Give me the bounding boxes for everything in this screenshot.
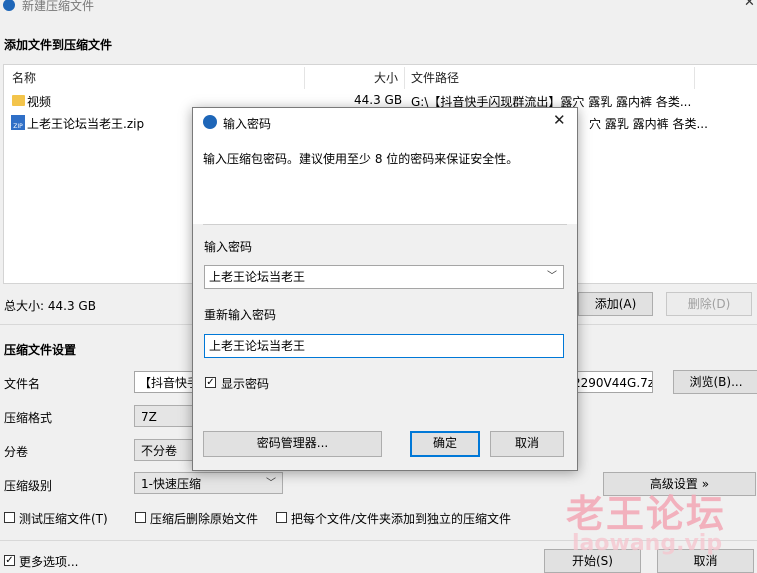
password-value: 上老王论坛当老王 — [209, 270, 306, 284]
format-value: 7Z — [141, 410, 157, 424]
show-password-checkbox[interactable]: ✓ — [205, 377, 216, 388]
delete-after-checkbox[interactable] — [135, 512, 146, 523]
split-value: 不分卷 — [141, 444, 178, 458]
dialog-title: 输入密码 — [223, 117, 272, 131]
show-password-label: 显示密码 — [221, 377, 270, 391]
password-label: 输入密码 — [204, 240, 253, 254]
level-label: 压缩级别 — [4, 479, 53, 493]
file-size: 44.3 GB — [354, 93, 403, 107]
password-input[interactable]: 上老王论坛当老王 ﹀ — [204, 265, 564, 289]
column-divider — [694, 67, 695, 89]
split-select[interactable]: 不分卷 — [134, 439, 194, 461]
confirm-password-input[interactable]: 上老王论坛当老王 — [204, 334, 564, 358]
separate-archives-label: 把每个文件/文件夹添加到独立的压缩文件 — [291, 512, 512, 526]
folder-icon — [12, 95, 25, 106]
section-title-add: 添加文件到压缩文件 — [4, 38, 113, 52]
app-icon — [3, 0, 15, 11]
delete-button[interactable]: 删除(D) — [666, 292, 752, 316]
close-icon[interactable]: ✕ — [553, 111, 566, 129]
column-header-size[interactable]: 大小 — [374, 69, 398, 86]
column-header-name[interactable]: 名称 — [12, 69, 36, 86]
file-path: 穴 露乳 露内裤 各类... — [589, 117, 708, 131]
watermark-text: 老王论坛 — [566, 492, 727, 536]
zip-icon: ZIP — [11, 115, 25, 130]
level-value: 1-快速压缩 — [141, 477, 201, 491]
chevron-down-icon[interactable]: ﹀ — [547, 266, 557, 288]
total-size: 总大小: 44.3 GB — [4, 299, 96, 313]
window-title: 新建压缩文件 — [22, 0, 95, 13]
chevron-down-icon: ﹀ — [266, 478, 276, 489]
dialog-info-text: 输入压缩包密码。建议使用至少 8 位的密码来保证安全性。 — [203, 152, 519, 166]
test-archive-label: 测试压缩文件(T) — [19, 512, 108, 526]
watermark-subtext: laowang.vip — [572, 531, 723, 556]
add-button[interactable]: 添加(A) — [578, 292, 653, 316]
divider — [203, 224, 567, 225]
column-header-path[interactable]: 文件路径 — [411, 69, 459, 86]
more-options-label: 更多选项... — [19, 555, 79, 569]
dialog-info-panel: 输入压缩包密码。建议使用至少 8 位的密码来保证安全性。 — [193, 136, 577, 224]
format-select[interactable]: 7Z — [134, 405, 194, 427]
dialog-title-bar: 输入密码 ✕ — [193, 108, 577, 136]
separate-archives-checkbox[interactable] — [276, 512, 287, 523]
title-bar: 新建压缩文件 ✕ — [0, 0, 757, 14]
level-select[interactable]: 1-快速压缩 ﹀ — [134, 472, 283, 494]
test-archive-checkbox[interactable] — [4, 512, 15, 523]
more-options-checkbox[interactable]: ✓ — [4, 555, 15, 566]
section-title-settings: 压缩文件设置 — [4, 343, 77, 357]
dialog-cancel-button[interactable]: 取消 — [490, 431, 564, 457]
filename-input[interactable]: 【抖音快手 — [134, 371, 194, 393]
split-label: 分卷 — [4, 445, 29, 459]
column-divider — [404, 67, 405, 89]
browse-button[interactable]: 浏览(B)... — [673, 370, 757, 394]
file-name: 上老王论坛当老王.zip — [27, 117, 145, 131]
confirm-password-label: 重新输入密码 — [204, 308, 277, 322]
password-manager-button[interactable]: 密码管理器... — [203, 431, 382, 457]
column-divider — [304, 67, 305, 89]
close-icon[interactable]: ✕ — [744, 0, 755, 10]
format-label: 压缩格式 — [4, 411, 53, 425]
filename-input-tail[interactable]: 2290V44G.7z — [566, 371, 653, 393]
app-icon — [203, 115, 217, 129]
file-name: 视频 — [27, 95, 52, 109]
ok-button[interactable]: 确定 — [410, 431, 480, 457]
password-dialog: 输入密码 ✕ 输入压缩包密码。建议使用至少 8 位的密码来保证安全性。 输入密码… — [192, 107, 578, 471]
delete-after-label: 压缩后删除原始文件 — [150, 512, 259, 526]
filename-label: 文件名 — [4, 377, 41, 391]
